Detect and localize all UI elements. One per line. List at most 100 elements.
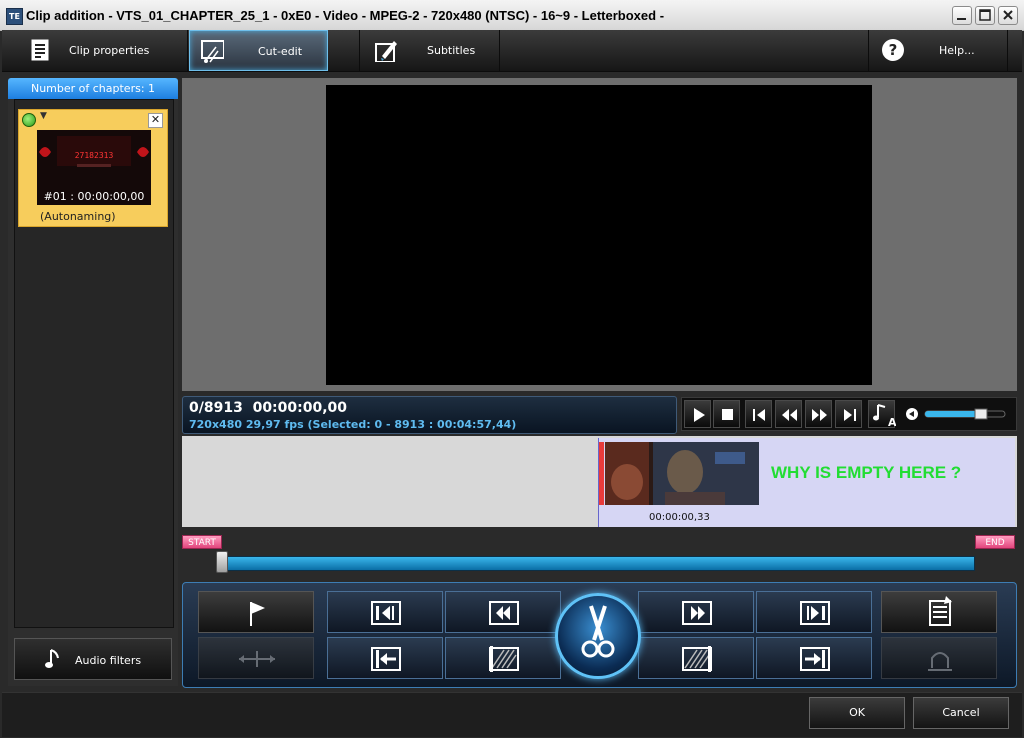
- clip-addition-window: TE Clip addition - VTS_01_CHAPTER_25_1 -…: [0, 0, 1024, 738]
- undo-button[interactable]: [881, 637, 997, 679]
- tab-cut-edit[interactable]: Cut-edit: [189, 30, 328, 71]
- rewind-icon: [782, 409, 797, 421]
- list-icon: [929, 596, 952, 626]
- split-icon: [239, 651, 275, 667]
- play-button[interactable]: [684, 400, 711, 428]
- previous-frame-button[interactable]: [745, 400, 772, 428]
- volume-slider[interactable]: [903, 403, 1013, 425]
- tab-label: Clip properties: [69, 44, 150, 57]
- audio-track-button[interactable]: A: [868, 400, 896, 429]
- help-label: Help...: [939, 44, 975, 57]
- rewind-button[interactable]: [775, 400, 802, 428]
- music-note-icon: [45, 649, 59, 668]
- audio-track-icon: A: [873, 404, 896, 429]
- video-frame[interactable]: [326, 85, 872, 385]
- help-button[interactable]: ? Help...: [868, 30, 1008, 71]
- chapter-card[interactable]: ▼ ✕ 27182313 #01 : 00:00:00,00 (Autonami…: [18, 109, 168, 227]
- play-icon: [694, 408, 705, 422]
- thumbnail-text: 27182313: [75, 151, 114, 160]
- chapter-panel: Number of chapters: 1 ▼ ✕ 27182313 #01 :…: [8, 78, 178, 686]
- split-button[interactable]: [198, 637, 314, 679]
- step-back-icon: [753, 409, 765, 421]
- edit-toolbar: [182, 582, 1017, 688]
- stop-button[interactable]: [713, 400, 740, 428]
- cut-edit-icon: [201, 40, 224, 63]
- svg-text:A: A: [888, 416, 896, 429]
- chapter-thumbnail: 27182313 #01 : 00:00:00,00: [37, 130, 151, 205]
- chapter-name[interactable]: (Autonaming): [40, 210, 116, 223]
- next-cut-icon: [682, 601, 712, 625]
- step-forward-icon: [844, 409, 856, 421]
- chapter-list[interactable]: ▼ ✕ 27182313 #01 : 00:00:00,00 (Autonami…: [14, 99, 174, 628]
- volume-control: [906, 408, 1006, 420]
- go-to-start-button[interactable]: [327, 591, 443, 633]
- tab-subtitles[interactable]: Subtitles: [359, 30, 500, 71]
- app-icon: TE: [6, 8, 23, 25]
- stop-icon: [722, 409, 733, 420]
- minimize-button[interactable]: [952, 6, 972, 25]
- main-tab-bar: Clip properties Cut-edit Subtitles ? Hel…: [2, 30, 1022, 72]
- clip-thumbnail: [605, 442, 759, 505]
- region-start-icon: [489, 646, 519, 672]
- undo-icon: [928, 652, 952, 671]
- next-cut-button[interactable]: [638, 591, 754, 633]
- previous-cut-button[interactable]: [445, 591, 561, 633]
- chapter-status-icon[interactable]: [22, 113, 36, 127]
- window-title: Clip addition - VTS_01_CHAPTER_25_1 - 0x…: [26, 8, 665, 23]
- flag-icon: [250, 602, 265, 626]
- go-to-start-icon: [371, 601, 401, 625]
- set-start-button[interactable]: [327, 637, 443, 679]
- fast-forward-button[interactable]: [805, 400, 832, 428]
- remove-chapter-button[interactable]: ✕: [148, 113, 163, 128]
- svg-text:?: ?: [889, 41, 898, 59]
- audio-filters-button[interactable]: Audio filters: [14, 638, 172, 680]
- frame-counter: 0/8913 00:00:00,00: [189, 400, 347, 416]
- subtitles-icon: [375, 41, 397, 62]
- set-start-icon: [371, 647, 401, 671]
- start-marker[interactable]: START: [182, 535, 222, 549]
- video-details: 720x480 29,97 fps (Selected: 0 - 8913 : …: [189, 418, 517, 431]
- close-button[interactable]: [998, 6, 1018, 25]
- tab-clip-properties[interactable]: Clip properties: [2, 30, 188, 71]
- scissors-icon: [581, 605, 615, 658]
- clip-start-marker: [599, 442, 604, 505]
- clip-time: 00:00:00,33: [649, 512, 710, 523]
- next-frame-button[interactable]: [835, 400, 862, 428]
- cut-button[interactable]: [555, 593, 641, 679]
- timecode: 00:00:00,00: [252, 400, 348, 416]
- maximize-button[interactable]: [975, 6, 995, 25]
- cancel-button[interactable]: Cancel: [913, 697, 1009, 729]
- tab-label: Cut-edit: [258, 45, 303, 58]
- video-preview-area: [182, 78, 1017, 391]
- chapter-time: #01 : 00:00:00,00: [43, 190, 145, 203]
- set-end-icon: [800, 647, 830, 671]
- chevron-down-icon[interactable]: ▼: [40, 111, 47, 121]
- region-end-icon: [682, 646, 712, 672]
- tab-label: Subtitles: [427, 44, 476, 57]
- ok-button[interactable]: OK: [809, 697, 905, 729]
- audio-filters-label: Audio filters: [75, 654, 142, 667]
- playhead-handle[interactable]: [216, 551, 228, 573]
- set-end-button[interactable]: [756, 637, 872, 679]
- select-end-region-button[interactable]: [638, 637, 754, 679]
- set-chapter-button[interactable]: [198, 591, 314, 633]
- cut-list-button[interactable]: [881, 591, 997, 633]
- previous-cut-icon: [489, 601, 519, 625]
- select-start-region-button[interactable]: [445, 637, 561, 679]
- playback-info: 0/8913 00:00:00,00 720x480 29,97 fps (Se…: [182, 396, 677, 434]
- timeline-strip[interactable]: 00:00:00,33 WHY IS EMPTY HERE ?: [182, 436, 1017, 527]
- end-marker[interactable]: END: [975, 535, 1015, 549]
- clip-thumbnail-image: [605, 442, 759, 505]
- timeline-clip[interactable]: 00:00:00,33 WHY IS EMPTY HERE ?: [598, 438, 1015, 527]
- timeline-note: WHY IS EMPTY HERE ?: [771, 463, 962, 482]
- frame-position: 0/8913: [189, 400, 243, 416]
- fast-forward-icon: [812, 409, 827, 421]
- title-bar: TE Clip addition - VTS_01_CHAPTER_25_1 -…: [0, 0, 1024, 31]
- selection-range-bar[interactable]: [222, 556, 975, 571]
- clip-properties-icon: [31, 39, 49, 61]
- chapter-count-header: Number of chapters: 1: [8, 78, 178, 99]
- transport-controls: A: [681, 397, 1017, 431]
- help-icon: ?: [882, 39, 904, 61]
- go-to-end-icon: [800, 601, 830, 625]
- go-to-end-button[interactable]: [756, 591, 872, 633]
